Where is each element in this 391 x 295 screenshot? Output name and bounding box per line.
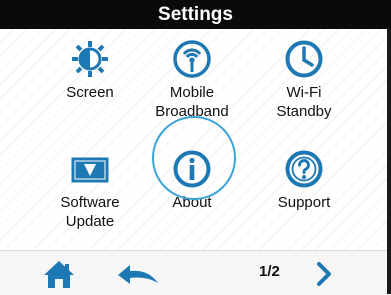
info-icon (173, 150, 211, 188)
mobile-broadband-label: Mobile Broadband (155, 84, 229, 120)
software-update-icon (71, 157, 109, 183)
software-update-label: Software Update (60, 194, 120, 230)
settings-grid: Screen Mobile Broadband Wi-Fi Standby So… (0, 29, 391, 250)
question-icon (285, 150, 323, 188)
back-arrow-icon (118, 265, 158, 284)
wifi-standby-tile[interactable]: Wi-Fi Standby (244, 29, 364, 139)
support-label: Support (277, 194, 331, 211)
settings-screen: Settings Screen Mobile Broadband Wi-Fi S… (0, 0, 391, 295)
support-tile[interactable]: Support (244, 139, 364, 249)
mobile-broadband-tile[interactable]: Mobile Broadband (132, 29, 252, 139)
screen-edge (387, 29, 391, 294)
brightness-icon (72, 41, 108, 77)
home-icon (44, 261, 74, 288)
chevron-right-icon (317, 262, 331, 286)
back-button[interactable] (116, 261, 160, 287)
screen-label: Screen (66, 84, 114, 101)
wifi-standby-label: Wi-Fi Standby (276, 84, 332, 120)
home-button[interactable] (42, 259, 76, 289)
next-page-button[interactable] (312, 260, 336, 288)
page-indicator: 1/2 (259, 263, 280, 280)
title-bar: Settings (0, 0, 391, 29)
clock-icon (285, 40, 323, 78)
page-title: Settings (158, 4, 233, 25)
about-tile[interactable]: About (132, 139, 252, 249)
bottom-nav-bar: 1/2 (0, 250, 391, 295)
about-label: About (172, 194, 212, 211)
antenna-icon (173, 40, 211, 78)
